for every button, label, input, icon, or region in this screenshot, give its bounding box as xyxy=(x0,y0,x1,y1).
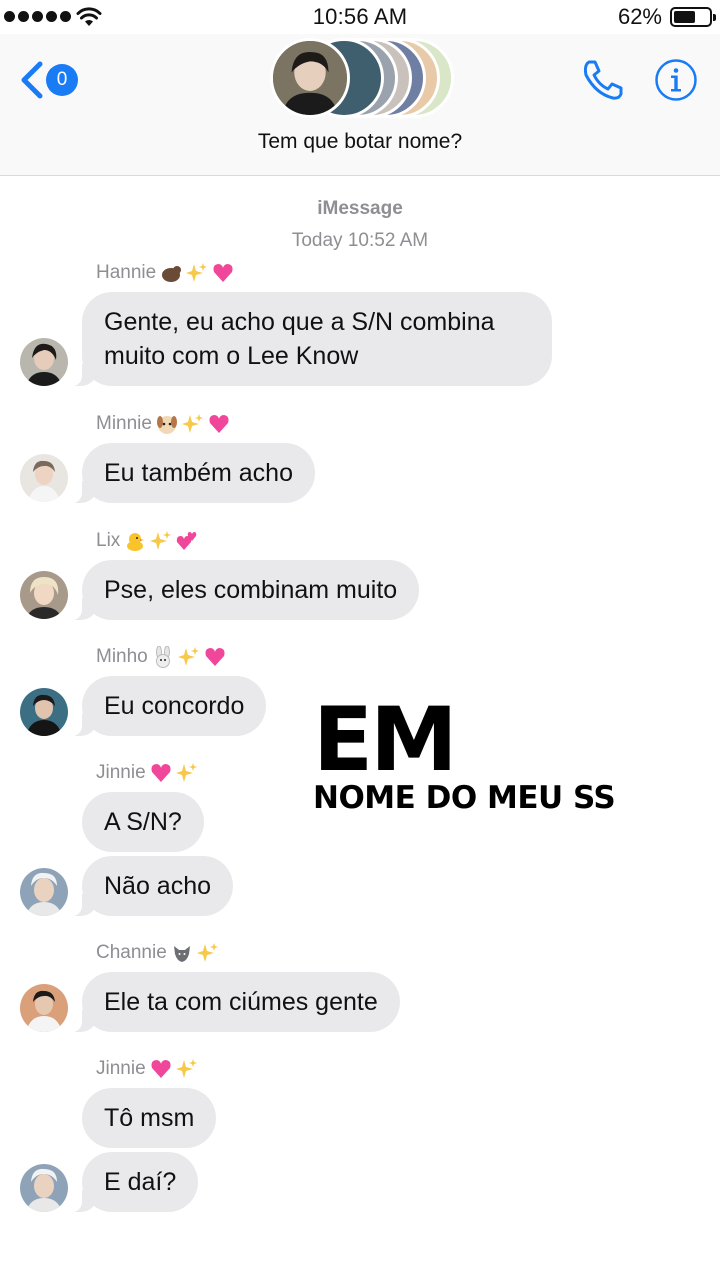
message-bubble[interactable]: Não acho xyxy=(69,856,234,916)
sender-label: Hannie xyxy=(96,262,157,283)
sender-name: Channie xyxy=(96,942,219,964)
wolf-emoji-icon xyxy=(173,946,190,962)
sender-label: Jinnie xyxy=(96,762,146,783)
sender-label: Channie xyxy=(96,942,167,963)
sender-label: Jinnie xyxy=(96,1058,146,1079)
sender-name: Minho xyxy=(96,646,226,668)
back-button[interactable]: 0 xyxy=(18,58,82,102)
sparkles-emoji-icon xyxy=(181,414,203,433)
battery-fill xyxy=(674,11,695,23)
service-label: iMessage xyxy=(317,198,403,219)
sender-name: Minnie xyxy=(96,413,230,435)
sender-label: Lix xyxy=(96,530,121,551)
overlay-title: EM xyxy=(313,688,458,791)
battery-percent: 62% xyxy=(617,4,662,29)
message-bubble[interactable]: Eu concordo xyxy=(69,676,267,736)
heart-emoji-icon xyxy=(213,264,233,282)
group-avatar xyxy=(270,38,350,118)
conversation-header: 0 Tem que botar nome? xyxy=(0,34,720,176)
heart-emoji-icon xyxy=(205,648,225,666)
avatar[interactable] xyxy=(20,571,68,619)
group-name[interactable]: Tem que botar nome? xyxy=(0,130,720,154)
unread-badge: 0 xyxy=(46,64,78,96)
chick-emoji-icon xyxy=(127,533,145,551)
battery-icon xyxy=(670,7,716,27)
avatar[interactable] xyxy=(20,454,68,502)
avatar[interactable] xyxy=(20,688,68,736)
sender-name: Jinnie xyxy=(96,762,198,784)
sender-name: Jinnie xyxy=(96,1058,198,1080)
sender-name: Lix xyxy=(96,530,198,552)
sender-label: Minho xyxy=(96,646,148,667)
sparkles-emoji-icon xyxy=(150,531,172,550)
avatar[interactable] xyxy=(20,338,68,386)
back-chevron-icon xyxy=(21,61,43,99)
thread-timestamp: Today 10:52 AM xyxy=(0,230,720,252)
two-hearts-emoji-icon xyxy=(177,532,197,550)
sender-label: Minnie xyxy=(96,413,152,434)
group-avatar-stack[interactable] xyxy=(270,38,460,120)
heart-emoji-icon xyxy=(209,415,229,433)
sender-name: Hannie xyxy=(96,262,234,284)
thread-date: Today xyxy=(291,230,343,251)
info-icon[interactable] xyxy=(654,58,698,102)
message-bubble[interactable]: Gente, eu acho que a S/N combina muito c… xyxy=(70,292,552,386)
status-time: 10:56 AM xyxy=(312,4,408,29)
avatar[interactable] xyxy=(20,984,68,1032)
bear-emoji-icon xyxy=(162,266,182,282)
puppy-emoji-icon xyxy=(156,416,177,434)
phone-icon[interactable] xyxy=(578,56,626,104)
message-bubble[interactable]: Eu também acho xyxy=(70,443,315,503)
sparkles-emoji-icon xyxy=(196,943,218,962)
avatar[interactable] xyxy=(20,1164,68,1212)
message-bubble[interactable]: Ele ta com ciúmes gente xyxy=(70,972,400,1032)
message-bubble[interactable]: Pse, eles combinam muito xyxy=(69,560,420,620)
rabbit-emoji-icon xyxy=(155,646,170,668)
message-bubble[interactable]: A S/N? xyxy=(82,792,204,852)
thread-time: 10:52 AM xyxy=(347,230,429,251)
message-bubble[interactable]: E daí? xyxy=(69,1152,199,1212)
status-bar: 10:56 AM 62% xyxy=(0,0,720,34)
overlay-subtitle: NOME DO MEU SS xyxy=(313,780,616,816)
avatar[interactable] xyxy=(20,868,68,916)
heart-emoji-icon xyxy=(151,1060,171,1078)
heart-emoji-icon xyxy=(151,764,171,782)
message-bubble[interactable]: Tô msm xyxy=(82,1088,217,1148)
sparkles-emoji-icon xyxy=(186,263,208,282)
sparkles-emoji-icon xyxy=(175,763,197,782)
sparkles-emoji-icon xyxy=(177,647,199,666)
sparkles-emoji-icon xyxy=(175,1059,197,1078)
